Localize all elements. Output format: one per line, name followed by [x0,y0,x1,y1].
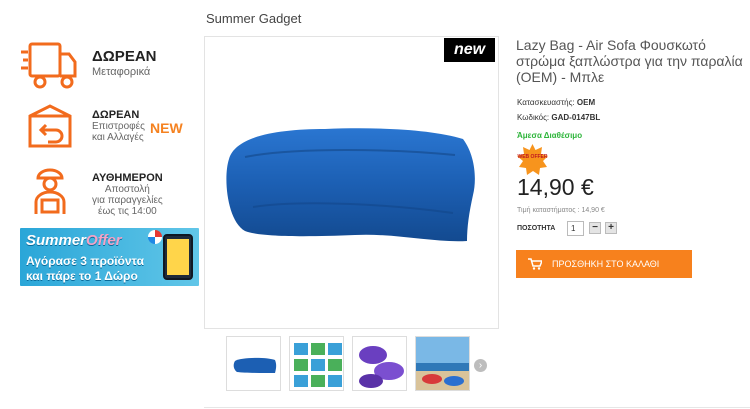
lazy-bag-image [226,128,475,242]
instructions-image [294,343,342,387]
web-offer-text: WEB OFFER [518,154,548,160]
truck-icon [21,42,77,89]
promo-line: Επιστροφές [92,121,145,132]
banner-line: Αγόρασε 3 προϊόντα [26,254,144,268]
code-value: GAD-0147BL [551,113,601,122]
quantity-input[interactable]: 1 [567,221,584,236]
manufacturer-label: Κατασκευαστής: [517,98,575,107]
code-label: Κωδικός: [517,113,550,122]
retail-price: Τιμή καταστήματος : 14,90 € [517,207,605,214]
banner-line: και πάρε το 1 Δώρο [26,269,138,283]
thumbnail[interactable] [352,336,407,391]
divider [204,407,750,408]
promo-line: έως τις 14:00 [98,206,157,217]
promo-title: ΔΩΡΕΑΝ [92,109,140,121]
promo-same-day: ΑΥΘΗΜΕΡΟΝ Αποστολή για παραγγελίες έως τ… [20,166,163,222]
banner-title-a: Summer [26,232,87,249]
promo-free-returns: ΔΩΡΕΑΝ Επιστροφές και Αλλαγές NEW [20,100,183,156]
quantity-increase-button[interactable]: + [605,222,617,234]
quantity-label: ΠΟΣΟΤΗΤΑ [517,225,556,232]
purple-bags-image [359,346,404,388]
code-row: Κωδικός: GAD-0147BL [517,113,600,122]
promo-title: ΑΥΘΗΜΕΡΟΝ [92,172,163,184]
promo-line: Αποστολή [104,184,150,195]
thumbnail[interactable] [226,336,281,391]
cart-icon [528,258,542,270]
beach-ball-icon [148,230,162,244]
thumbnail[interactable] [415,336,470,391]
lazy-bag-image [233,357,277,373]
chevron-right-icon[interactable]: › [474,359,487,372]
product-title: Lazy Bag - Air Sofa Φουσκωτό στρώμα ξαπλ… [516,37,743,85]
new-badge: new [444,38,495,62]
banner-title: SummerOffer [26,232,122,249]
manufacturer-row: Κατασκευαστής: OEM [517,98,595,107]
delivery-person-icon [34,168,66,214]
quantity-decrease-button[interactable]: − [589,222,601,234]
promo-line: και Αλλαγές [92,132,144,143]
summer-offer-banner[interactable]: SummerOffer Αγόρασε 3 προϊόντα και πάρε … [20,228,199,286]
banner-title-b: Offer [86,232,122,249]
manufacturer-value: OEM [576,98,596,107]
promo-subtitle: Μεταφορικά [92,66,151,78]
price: 14,90 € [517,174,594,200]
phone-image [163,234,193,280]
add-to-cart-button[interactable]: ΠΡΟΣΘΗΚΗ ΣΤΟ ΚΑΛΑΘΙ [516,250,692,278]
add-to-cart-label: ΠΡΟΣΘΗΚΗ ΣΤΟ ΚΑΛΑΘΙ [552,259,660,269]
availability: Άμεσα Διαθέσιμο [517,131,583,140]
promo-free-shipping: ΔΩΡΕΑΝ Μεταφορικά [20,38,156,94]
promo-title: ΔΩΡΕΑΝ [92,48,157,65]
beach-image [416,337,469,390]
web-offer-badge: WEB OFFER [517,144,548,175]
thumbnail[interactable] [289,336,344,391]
thumbnail-strip [226,336,478,391]
product-main-image[interactable]: new [204,36,499,329]
return-box-icon [28,104,72,148]
promo-line: για παραγγελίες [92,195,163,206]
new-label: NEW [150,120,183,136]
breadcrumb[interactable]: Summer Gadget [206,11,301,26]
